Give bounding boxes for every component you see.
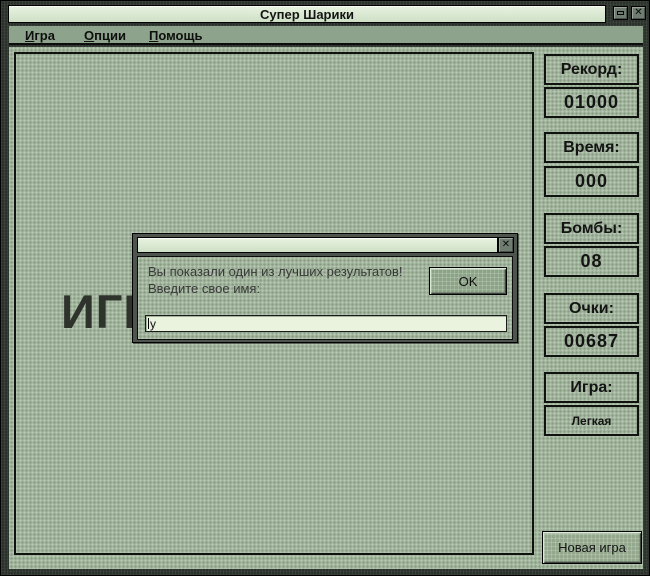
ok-button[interactable]: OK — [429, 267, 507, 295]
minimize-icon — [617, 11, 624, 15]
highscore-dialog: ✕ Вы показали один из лучших результатов… — [132, 233, 518, 343]
menu-options-hotkey: О — [84, 28, 95, 43]
content-area: ИГР Рекорд: 01000 Время: 000 Бомбы: 08 О… — [9, 47, 643, 569]
score-value: 00687 — [544, 326, 639, 357]
dialog-close-icon: ✕ — [501, 239, 511, 250]
name-input[interactable]: y — [145, 315, 507, 332]
score-label: Очки: — [544, 293, 639, 324]
minimize-button[interactable] — [613, 6, 628, 20]
name-input-value: y — [150, 316, 156, 331]
time-value: 000 — [544, 166, 639, 197]
difficulty-value: Легкая — [544, 405, 639, 436]
time-label: Время: — [544, 132, 639, 163]
app-window: Супер Шарики ✕ Игра Опции Помощь ИГР Рек… — [0, 0, 650, 576]
bombs-label: Бомбы: — [544, 213, 639, 244]
menu-item-options[interactable]: Опции — [81, 27, 129, 44]
window-title: Супер Шарики — [260, 6, 354, 22]
text-caret — [148, 318, 149, 329]
menu-item-game[interactable]: Игра — [22, 27, 58, 44]
title-strip[interactable]: Супер Шарики — [8, 5, 606, 23]
dialog-body: Вы показали один из лучших результатов! … — [137, 256, 513, 340]
menu-item-help[interactable]: Помощь — [146, 27, 205, 44]
dialog-message-line2: Введите свое имя: — [148, 281, 261, 296]
menu-options-label: пции — [94, 28, 126, 43]
close-button[interactable]: ✕ — [631, 6, 646, 20]
difficulty-label: Игра: — [544, 372, 639, 403]
menu-help-hotkey: П — [149, 28, 159, 43]
new-game-button[interactable]: Новая игра — [542, 531, 642, 564]
record-value: 01000 — [544, 87, 639, 118]
dialog-message-line1: Вы показали один из лучших результатов! — [148, 264, 403, 279]
bombs-value: 08 — [544, 246, 639, 277]
dialog-titlebar[interactable] — [137, 237, 498, 253]
menu-game-hotkey: И — [25, 28, 35, 43]
titlebar: Супер Шарики ✕ — [1, 1, 649, 26]
menu-game-label: гра — [34, 28, 55, 43]
close-icon: ✕ — [634, 7, 643, 18]
ok-button-label: OK — [458, 273, 478, 289]
menu-help-label: омощь — [158, 28, 203, 43]
new-game-button-label: Новая игра — [558, 540, 626, 555]
menubar: Игра Опции Помощь — [9, 26, 643, 45]
record-label: Рекорд: — [544, 54, 639, 85]
dialog-close-button[interactable]: ✕ — [498, 237, 514, 253]
